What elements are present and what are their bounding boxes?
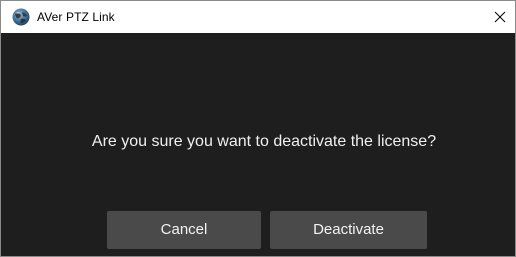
dialog-window: AVer PTZ Link Are you sure you want to d… xyxy=(0,0,516,257)
title-bar: AVer PTZ Link xyxy=(1,1,515,33)
dialog-content: Are you sure you want to deactivate the … xyxy=(1,33,515,256)
aver-globe-icon xyxy=(12,8,30,26)
deactivate-button[interactable]: Deactivate xyxy=(270,211,427,249)
close-icon xyxy=(494,11,506,23)
close-button[interactable] xyxy=(485,1,515,33)
confirmation-message: Are you sure you want to deactivate the … xyxy=(91,133,437,150)
window-title: AVer PTZ Link xyxy=(37,10,115,24)
cancel-button[interactable]: Cancel xyxy=(107,211,261,249)
